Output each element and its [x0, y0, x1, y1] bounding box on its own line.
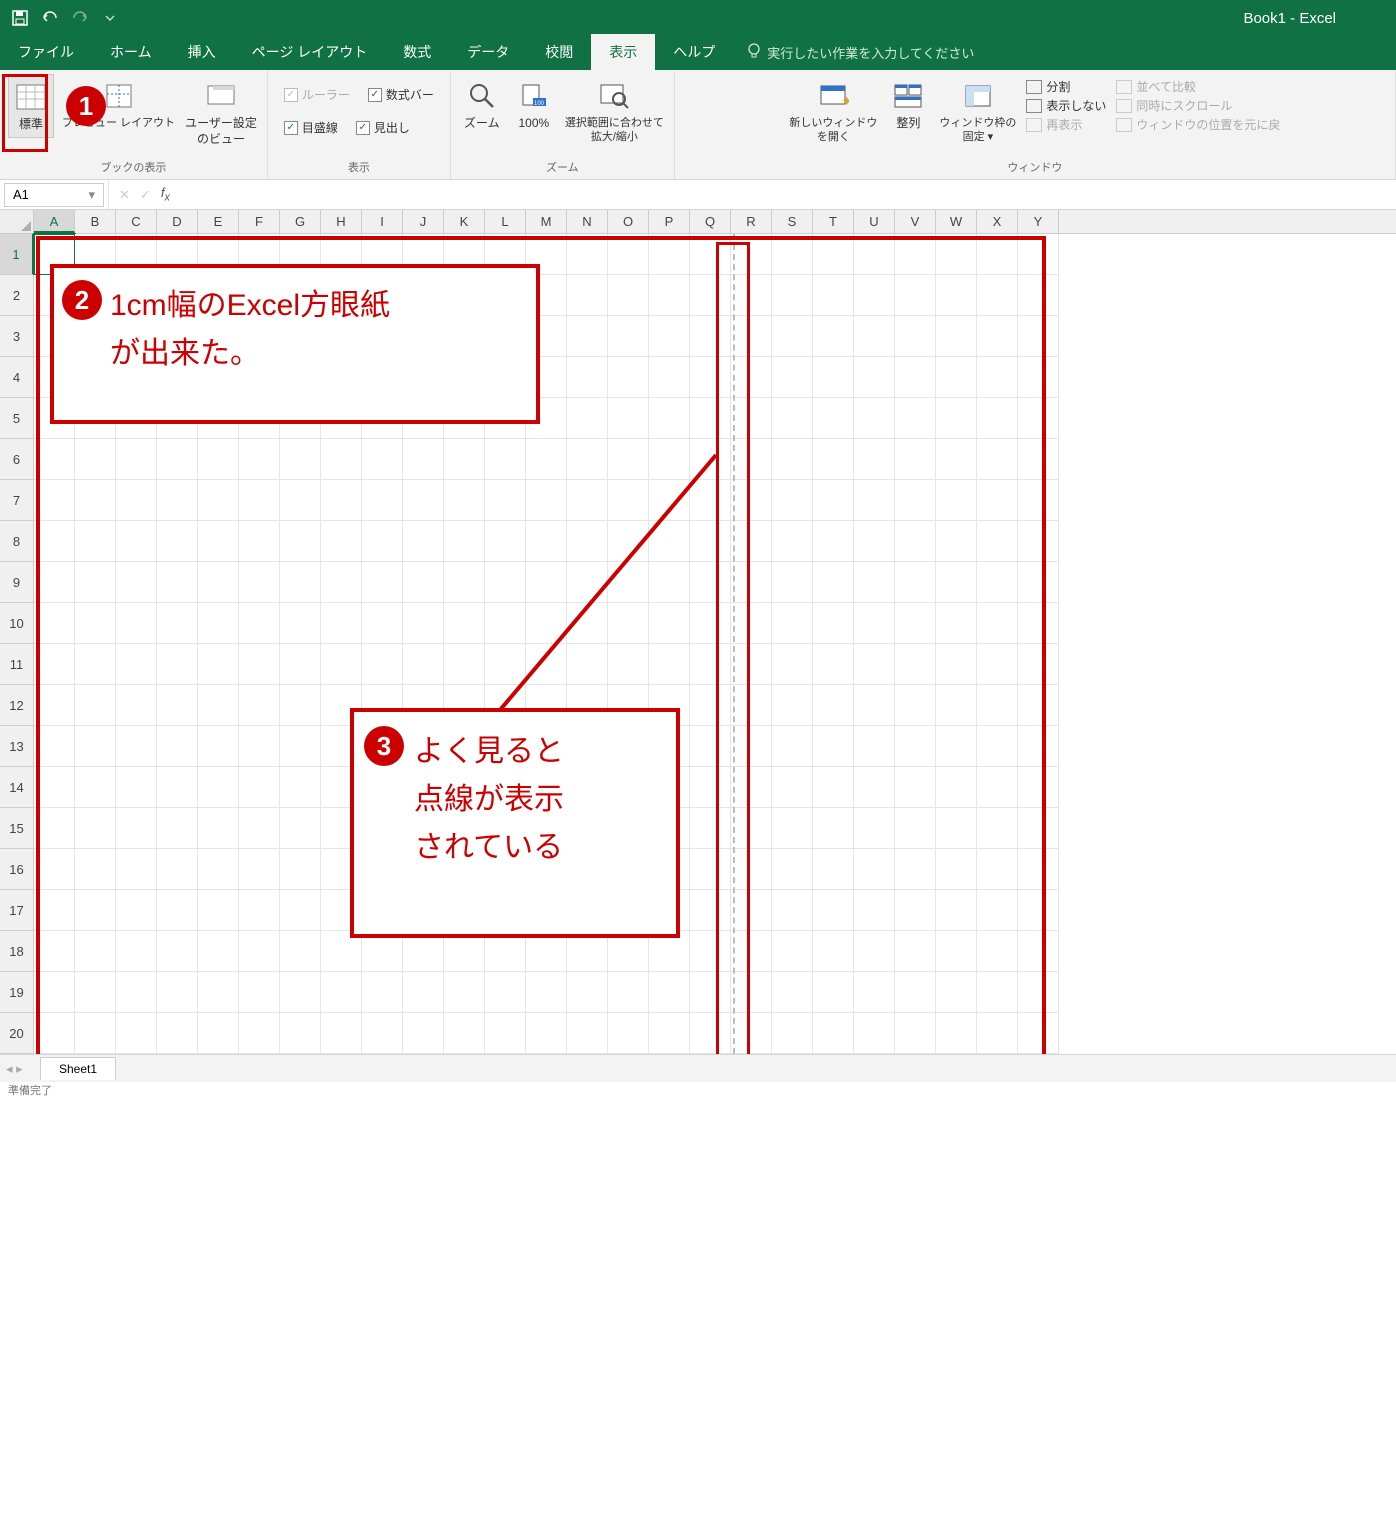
ribbon-group-show: ✓ルーラー ✓数式バー ✓目盛線 ✓見出し 表示	[268, 70, 451, 179]
tab-insert[interactable]: 挿入	[170, 34, 234, 70]
split-button[interactable]: 分割	[1026, 78, 1106, 95]
ribbon-tabs: ファイル ホーム 挿入 ページ レイアウト 数式 データ 校閲 表示 ヘルプ 実…	[0, 36, 1396, 70]
zoom-button[interactable]: ズーム	[459, 74, 505, 136]
tab-file[interactable]: ファイル	[0, 34, 92, 70]
ribbon-group-label-window: ウィンドウ	[1007, 157, 1062, 177]
tell-me[interactable]: 実行したい作業を入力してください	[733, 35, 988, 70]
custom-views-icon	[203, 78, 239, 114]
headings-checkbox[interactable]: ✓見出し	[356, 119, 410, 136]
ribbon-group-label-show: 表示	[348, 157, 370, 177]
fx-icon[interactable]: fx	[161, 185, 170, 204]
sheet-tab-sheet1[interactable]: Sheet1	[40, 1057, 116, 1080]
custom-views-label-2: のビュー	[197, 132, 245, 148]
freeze-panes-button[interactable]: ウィンドウ枠の 固定 ▾	[937, 74, 1018, 149]
redo-icon[interactable]	[66, 4, 94, 32]
annotation-frame-normal-button	[2, 74, 48, 152]
formula-bar-checkbox[interactable]: ✓数式バー	[368, 86, 434, 103]
zoom-to-selection-label-1: 選択範囲に合わせて	[565, 116, 664, 130]
annotation-badge-1: 1	[66, 86, 106, 126]
ribbon-group-label-zoom: ズーム	[546, 157, 579, 177]
zoom-to-selection-icon	[596, 78, 632, 114]
name-box[interactable]: A1 ▾	[4, 183, 104, 207]
ribbon-group-zoom: ズーム 100 100% 選択範囲に合わせて 拡大/縮小 ズーム	[451, 70, 675, 179]
annotation-connector	[0, 210, 1050, 1110]
svg-text:✦: ✦	[841, 93, 849, 109]
tab-page-layout[interactable]: ページ レイアウト	[234, 34, 386, 70]
window-title: Book1 - Excel	[124, 10, 1396, 27]
enter-formula-icon: ✓	[140, 187, 151, 203]
tab-help[interactable]: ヘルプ	[655, 34, 733, 70]
zoom-to-selection-button[interactable]: 選択範囲に合わせて 拡大/縮小	[563, 74, 666, 149]
freeze-panes-icon	[960, 78, 996, 114]
undo-icon[interactable]	[36, 4, 64, 32]
zoom-label: ズーム	[464, 116, 500, 132]
new-window-icon: ✦	[815, 78, 851, 114]
new-sheet-button[interactable]	[118, 1057, 154, 1081]
name-box-dropdown-icon[interactable]: ▾	[88, 187, 95, 203]
formula-bar-row: A1 ▾ ✕ ✓ fx	[0, 180, 1396, 210]
tab-review[interactable]: 校閲	[527, 34, 591, 70]
synchronous-scrolling-button: 同時にスクロール	[1116, 97, 1280, 114]
save-icon[interactable]	[6, 4, 34, 32]
custom-views-label-1: ユーザー設定	[185, 116, 257, 132]
new-window-button[interactable]: ✦ 新しいウィンドウ を開く	[787, 74, 879, 149]
quick-access-toolbar	[0, 4, 124, 32]
zoom-100-icon: 100	[516, 78, 552, 114]
name-box-value: A1	[13, 187, 29, 202]
zoom-100-button[interactable]: 100 100%	[511, 74, 557, 136]
sheet-tab-bar: ◂ ▸ Sheet1	[0, 1054, 1396, 1082]
tab-view[interactable]: 表示	[591, 34, 655, 70]
sheet-grid: ABCDEFGHIJKLMNOPQRSTUVWXY 12345678910111…	[0, 210, 1396, 1054]
title-bar: Book1 - Excel	[0, 0, 1396, 36]
sheet-nav[interactable]: ◂ ▸	[6, 1061, 23, 1077]
view-side-by-side-button: 並べて比較	[1116, 78, 1280, 95]
ruler-checkbox: ✓ルーラー	[284, 86, 350, 103]
ribbon: 標準 プレビュー レイアウト ユーザー設定 のビュー ブックの表示 ✓ルーラー …	[0, 70, 1396, 180]
annotation-badge-3: 3	[364, 726, 404, 766]
hide-button[interactable]: 表示しない	[1026, 97, 1106, 114]
qat-customize-icon[interactable]	[96, 4, 124, 32]
tab-formulas[interactable]: 数式	[385, 34, 449, 70]
reset-window-position-button: ウィンドウの位置を元に戻	[1116, 116, 1280, 133]
arrange-all-button[interactable]: 整列	[885, 74, 931, 136]
ribbon-group-label-views: ブックの表示	[100, 157, 166, 177]
arrange-all-icon	[890, 78, 926, 114]
gridlines-checkbox[interactable]: ✓目盛線	[284, 119, 338, 136]
formula-input[interactable]	[180, 183, 1396, 207]
svg-text:100: 100	[534, 101, 545, 107]
tab-home[interactable]: ホーム	[92, 34, 170, 70]
zoom-icon	[464, 78, 500, 114]
page-break-preview-icon	[101, 78, 137, 114]
ribbon-group-window: ✦ 新しいウィンドウ を開く 整列 ウィンドウ枠の 固定 ▾ 分割 表示しない …	[675, 70, 1396, 179]
custom-views-button[interactable]: ユーザー設定 のビュー	[183, 74, 259, 151]
lightbulb-icon	[747, 43, 761, 62]
zoom-100-label: 100%	[519, 116, 550, 132]
tab-data[interactable]: データ	[449, 34, 527, 70]
annotation-text-3: よく見ると 点線が表示 されている	[414, 728, 564, 872]
cancel-formula-icon: ✕	[119, 187, 130, 203]
tell-me-label: 実行したい作業を入力してください	[767, 43, 974, 62]
unhide-button: 再表示	[1026, 116, 1106, 133]
zoom-to-selection-label-2: 拡大/縮小	[591, 130, 638, 144]
